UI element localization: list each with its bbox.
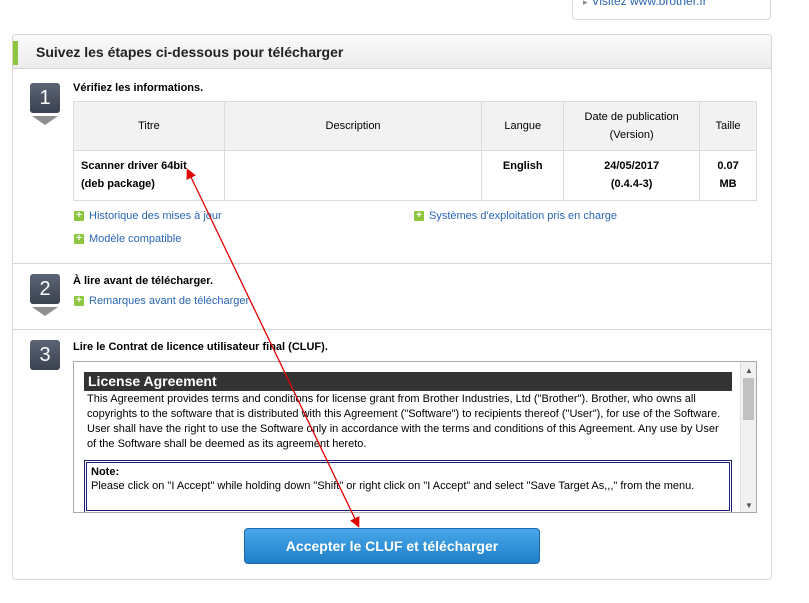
annotation-overlay bbox=[186, 168, 360, 528]
annotation-arrow bbox=[186, 168, 360, 528]
